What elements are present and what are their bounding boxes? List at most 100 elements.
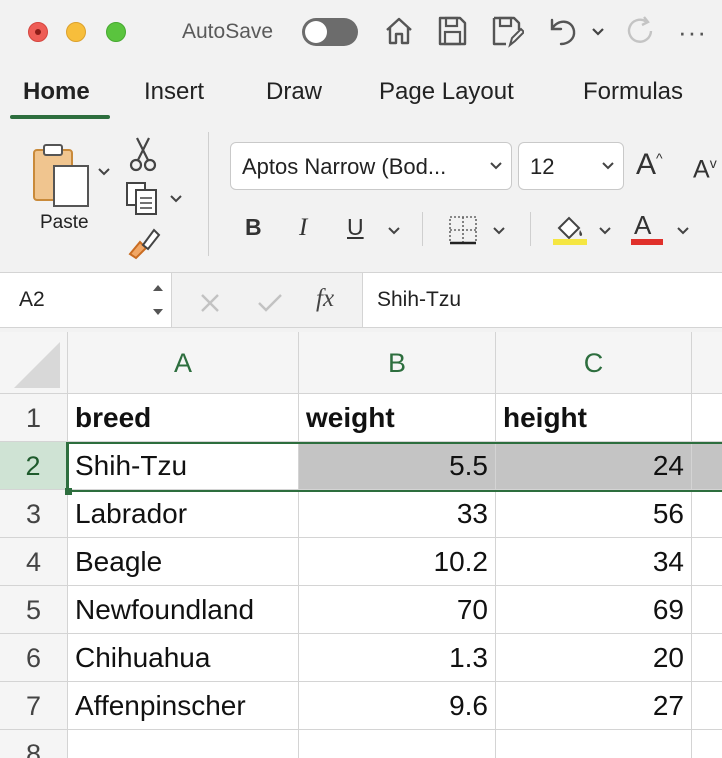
borders-icon[interactable] [447, 214, 479, 246]
font-color-chevron-icon[interactable] [676, 224, 690, 238]
font-size-value: 12 [530, 154, 555, 179]
row-header-3[interactable]: 3 [0, 490, 68, 538]
column-header-c[interactable]: C [496, 332, 692, 394]
formula-input[interactable]: Shih-Tzu [362, 273, 722, 327]
worksheet-grid: A B C 1 breed weight height 2 Shih-Tzu 5… [0, 332, 722, 758]
active-tab-indicator [10, 115, 110, 119]
cell-d3[interactable] [692, 490, 722, 538]
cell-b3[interactable]: 33 [299, 490, 496, 538]
cell-a3[interactable]: Labrador [68, 490, 299, 538]
save-as-icon[interactable] [490, 14, 524, 48]
cell-a2[interactable]: Shih-Tzu [68, 442, 299, 490]
column-header-a[interactable]: A [68, 332, 299, 394]
cell-a6[interactable]: Chihuahua [68, 634, 299, 682]
tab-page-layout[interactable]: Page Layout [379, 78, 514, 106]
column-header-b[interactable]: B [299, 332, 496, 394]
zoom-window-button[interactable] [106, 22, 126, 42]
cell-d6[interactable] [692, 634, 722, 682]
fill-color-chevron-icon[interactable] [598, 224, 612, 238]
undo-icon[interactable] [546, 14, 580, 48]
font-color-swatch [631, 239, 663, 245]
cell-b1[interactable]: weight [299, 394, 496, 442]
cancel-entry-icon[interactable] [198, 291, 222, 315]
cell-b4[interactable]: 10.2 [299, 538, 496, 586]
autosave-toggle[interactable] [302, 18, 358, 46]
cell-d5[interactable] [692, 586, 722, 634]
ribbon-separator [530, 212, 531, 246]
cell-c6[interactable]: 20 [496, 634, 692, 682]
ribbon-separator [422, 212, 423, 246]
format-painter-icon[interactable] [126, 224, 162, 260]
cell-a5[interactable]: Newfoundland [68, 586, 299, 634]
row-header-4[interactable]: 4 [0, 538, 68, 586]
underline-button[interactable]: U [347, 214, 364, 241]
paste-label: Paste [40, 212, 89, 233]
cell-a1[interactable]: breed [68, 394, 299, 442]
minimize-window-button[interactable] [66, 22, 86, 42]
close-window-button[interactable] [28, 22, 48, 42]
undo-dropdown-chevron-icon[interactable] [590, 24, 606, 40]
column-header-d[interactable] [692, 332, 722, 394]
cut-icon[interactable] [128, 136, 158, 172]
cell-d7[interactable] [692, 682, 722, 730]
decrease-font-caret-icon: v [709, 155, 717, 171]
copy-icon[interactable] [124, 180, 162, 216]
font-name-chevron-icon[interactable] [489, 159, 503, 173]
decrease-font-size-button[interactable]: Av [693, 155, 717, 184]
bold-button[interactable]: B [245, 214, 262, 241]
font-size-chevron-icon[interactable] [601, 159, 615, 173]
paste-options-chevron-icon[interactable] [97, 165, 111, 179]
borders-chevron-icon[interactable] [492, 224, 506, 238]
cell-d1[interactable] [692, 394, 722, 442]
cell-c4[interactable]: 34 [496, 538, 692, 586]
italic-button[interactable]: I [299, 214, 307, 242]
cell-b8[interactable] [299, 730, 496, 758]
cell-b2[interactable]: 5.5 [299, 442, 496, 490]
copy-options-chevron-icon[interactable] [169, 192, 183, 206]
cell-c1[interactable]: height [496, 394, 692, 442]
cell-a4[interactable]: Beagle [68, 538, 299, 586]
cell-b6[interactable]: 1.3 [299, 634, 496, 682]
tab-insert[interactable]: Insert [144, 78, 204, 106]
cell-a7[interactable]: Affenpinscher [68, 682, 299, 730]
fill-handle[interactable] [65, 488, 72, 495]
fill-color-icon[interactable] [553, 212, 587, 246]
redo-icon[interactable] [624, 14, 658, 48]
cell-c8[interactable] [496, 730, 692, 758]
cell-c3[interactable]: 56 [496, 490, 692, 538]
underline-chevron-icon[interactable] [387, 224, 401, 238]
row-header-6[interactable]: 6 [0, 634, 68, 682]
tab-formulas[interactable]: Formulas [583, 78, 683, 106]
increase-font-caret-icon: ^ [656, 150, 663, 166]
cell-a8[interactable] [68, 730, 299, 758]
font-name-dropdown[interactable]: Aptos Narrow (Bod... [230, 142, 512, 190]
row-header-5[interactable]: 5 [0, 586, 68, 634]
cell-c5[interactable]: 69 [496, 586, 692, 634]
row-header-2[interactable]: 2 [0, 442, 68, 490]
confirm-entry-icon[interactable] [256, 291, 284, 315]
insert-function-button[interactable]: fx [316, 285, 334, 313]
home-icon[interactable] [382, 14, 416, 48]
tab-home[interactable]: Home [23, 78, 90, 106]
name-box-stepper-icon[interactable] [151, 281, 165, 319]
more-options-icon[interactable]: ··· [678, 17, 707, 48]
row-header-1[interactable]: 1 [0, 394, 68, 442]
home-ribbon: Paste Aptos Narrow (Bod... 12 A^ Av B I … [0, 124, 722, 270]
ribbon-separator [208, 132, 209, 256]
paste-icon[interactable] [30, 142, 96, 208]
increase-font-size-button[interactable]: A^ [636, 148, 663, 182]
row-header-7[interactable]: 7 [0, 682, 68, 730]
cell-c2[interactable]: 24 [496, 442, 692, 490]
cell-b5[interactable]: 70 [299, 586, 496, 634]
row-header-8[interactable]: 8 [0, 730, 68, 758]
cell-b7[interactable]: 9.6 [299, 682, 496, 730]
save-icon[interactable] [436, 14, 468, 48]
cell-d2[interactable] [692, 442, 722, 490]
font-color-button[interactable]: A [634, 210, 651, 241]
select-all-corner[interactable] [0, 332, 68, 394]
cell-d4[interactable] [692, 538, 722, 586]
name-box[interactable]: A2 [0, 273, 172, 327]
cell-c7[interactable]: 27 [496, 682, 692, 730]
tab-draw[interactable]: Draw [266, 78, 322, 106]
name-box-value: A2 [19, 288, 45, 311]
